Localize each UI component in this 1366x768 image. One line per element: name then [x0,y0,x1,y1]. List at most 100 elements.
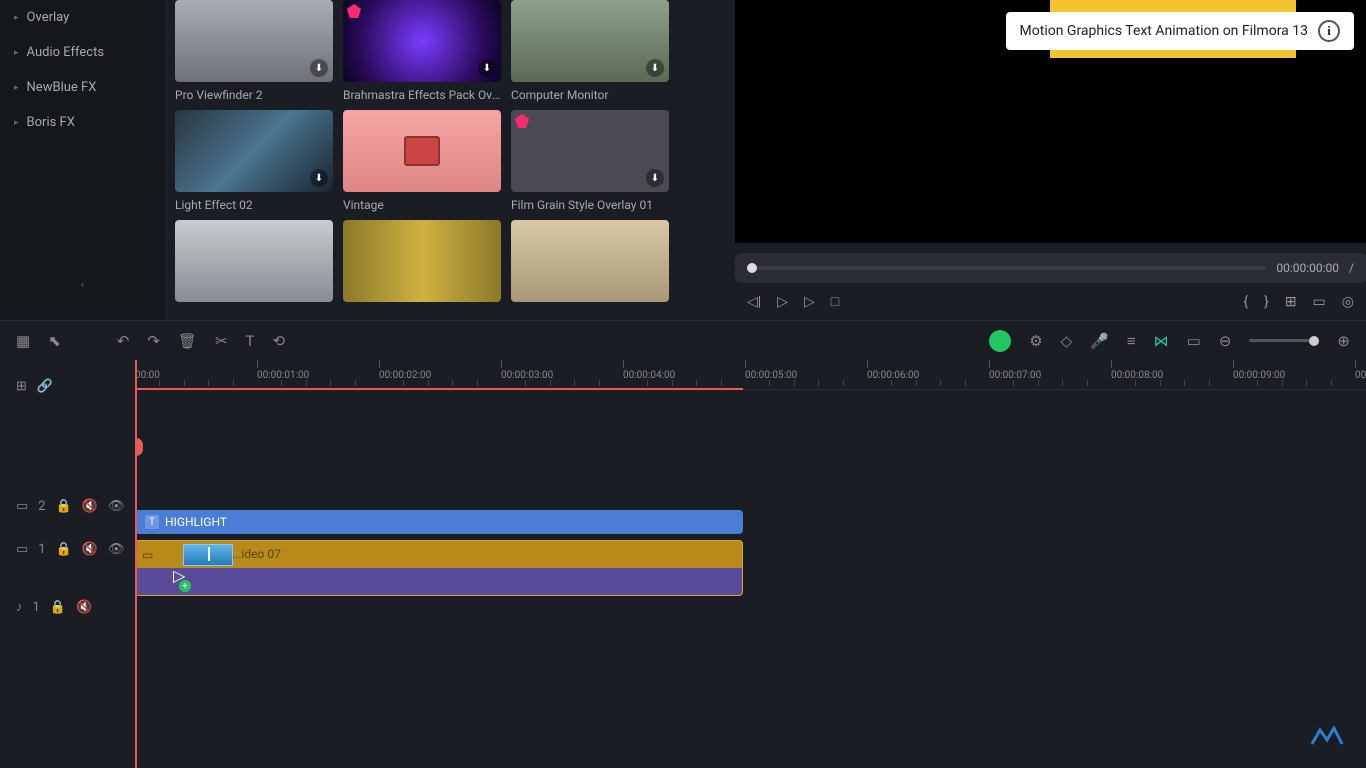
lock-icon[interactable]: 🔒 [56,542,72,557]
effect-thumbnail [343,220,501,302]
mute-icon[interactable]: 🔇 [82,542,98,557]
timecode-current: 00:00:00:00 [1276,261,1339,275]
download-icon[interactable]: ⬇ [646,169,664,187]
magnet-icon[interactable]: ⋈ [1154,332,1169,350]
zoom-out-button[interactable]: ⊖ [1219,332,1232,350]
seek-knob[interactable] [747,263,757,273]
track-headers: ⊞ 🔗 ▭2 🔒 🔇 👁 ▭1 🔒 🔇 👁 ♪1 🔒 🔇 [0,360,135,768]
lock-icon[interactable]: 🔒 [50,600,66,615]
track-header-video1[interactable]: ▭1 🔒 🔇 👁 [0,520,135,578]
eye-icon[interactable]: 👁 [108,499,125,514]
chevron-right-icon: ▸ [14,83,19,93]
play-button[interactable]: ▷ [804,294,815,310]
effect-thumbnail: ⬇ [175,0,333,82]
cut-button[interactable]: ✂ [215,332,228,350]
timeline-ruler[interactable]: 00:0000:00:01:0000:00:02:0000:00:03:0000… [135,360,1366,390]
track-type-icon: ▭ [16,499,28,514]
sidebar-item-newblue[interactable]: ▸ NewBlue FX [0,70,165,105]
mute-icon[interactable]: 🔇 [76,600,92,615]
effect-thumbnail [175,220,333,302]
collapse-sidebar-button[interactable]: ‹ [69,270,97,298]
mic-icon[interactable]: 🎤 [1090,332,1109,350]
audio-mix-icon[interactable]: ≡ [1127,332,1136,350]
redo-button[interactable]: ↷ [147,332,160,350]
clip-label: HIGHLIGHT [165,515,227,529]
settings-gear-icon[interactable]: ⚙ [1029,332,1042,350]
download-icon[interactable]: ⬇ [646,59,664,77]
track-header-audio1[interactable]: ♪1 🔒 🔇 [0,578,135,636]
effect-label: Light Effect 02 [175,198,333,212]
sidebar-item-overlay[interactable]: ▸Overlay [0,0,165,35]
effect-card[interactable]: ⬇ Computer Monitor [511,0,669,102]
premium-badge-icon [515,114,529,128]
timeline: ⊞ 🔗 ▭2 🔒 🔇 👁 ▭1 🔒 🔇 👁 ♪1 🔒 🔇 00:0000:00:… [0,360,1366,768]
ruler-mark: 00:00:01:00 [257,360,309,381]
ruler-mark: 00:00:10 [1355,360,1366,381]
ruler-mark: 00:00:07:00 [989,360,1041,381]
refresh-icon[interactable]: ⟲ [273,332,286,350]
preview-canvas[interactable]: HIGHLIGHT Motion Graphics Text Animation… [735,0,1366,243]
text-clip-icon: T [145,515,159,529]
effect-label: Film Grain Style Overlay 01 [511,198,669,212]
marker-icon[interactable]: ◇ [1061,332,1073,350]
watermark-icon [1310,726,1344,746]
manage-tracks-icon[interactable]: ⊞ [16,379,27,394]
ruler-mark: 00:00:02:00 [379,360,431,381]
delete-button[interactable]: 🗑 [178,332,197,350]
seek-track[interactable] [747,266,1266,270]
effect-card[interactable]: ⬇ Film Grain Style Overlay 01 [511,110,669,212]
effect-card[interactable]: ⬇ Brahmastra Effects Pack Ove... [343,0,501,102]
info-icon[interactable]: i [1318,20,1340,42]
layout-icon[interactable]: ▦ [16,332,30,350]
text-clip[interactable]: T HIGHLIGHT [135,510,743,534]
play-forward-button[interactable]: ▷ [777,294,788,310]
timecode-sep: / [1349,261,1354,275]
clip-icon: ▭ [142,548,153,562]
snapshot-icon[interactable]: ◎ [1342,294,1354,310]
zoom-in-button[interactable]: ⊕ [1337,332,1350,350]
track-header-video2[interactable]: ▭2 🔒 🔇 👁 [0,492,135,520]
eye-icon[interactable]: 👁 [108,542,125,557]
render-icon[interactable]: ▭ [1187,332,1201,350]
ai-button[interactable] [989,330,1011,352]
sidebar-item-boris[interactable]: ▸Boris FX [0,105,165,140]
sidebar-label: NewBlue FX [27,80,97,95]
bracket-open-icon[interactable]: { [1243,294,1248,310]
ruler-mark: 00:00:08:00 [1111,360,1163,381]
sidebar-item-audio-effects[interactable]: ▸Audio Effects [0,35,165,70]
effect-card[interactable] [343,220,501,302]
ratio-icon[interactable]: ⊞ [1285,294,1297,310]
chevron-right-icon: ▸ [14,13,19,23]
effect-card[interactable] [511,220,669,302]
effect-label: Computer Monitor [511,88,669,102]
timeline-body[interactable]: 00:0000:00:01:0000:00:02:0000:00:03:0000… [135,360,1366,768]
playhead[interactable] [135,360,137,768]
mute-icon[interactable]: 🔇 [82,499,98,514]
effect-card[interactable]: Vintage [343,110,501,212]
effect-card[interactable]: ⬇ Light Effect 02 [175,110,333,212]
link-icon[interactable]: 🔗 [37,379,53,394]
undo-button[interactable]: ↶ [117,332,130,350]
download-icon[interactable]: ⬇ [478,59,496,77]
zoom-slider[interactable] [1249,339,1319,342]
effect-thumbnail: ⬇ [343,0,501,82]
lock-icon[interactable]: 🔒 [56,499,72,514]
download-icon[interactable]: ⬇ [310,169,328,187]
display-icon[interactable]: ▭ [1313,294,1326,310]
premium-badge-icon [347,4,361,18]
ruler-mark: 00:00:03:00 [501,360,553,381]
effects-grid: ⬇ Pro Viewfinder 2 ⬇ Brahmastra Effects … [165,0,725,320]
effect-card[interactable] [175,220,333,302]
ruler-mark: 00:00:04:00 [623,360,675,381]
bracket-close-icon[interactable]: } [1264,294,1269,310]
download-icon[interactable]: ⬇ [310,59,328,77]
video-clip-audio[interactable] [135,568,743,596]
info-banner[interactable]: Motion Graphics Text Animation on Filmor… [1006,12,1354,50]
video-clip[interactable]: ▭ ...ideo 07 [135,540,743,568]
effect-card[interactable]: ⬇ Pro Viewfinder 2 [175,0,333,102]
stop-button[interactable]: □ [831,293,839,310]
drag-preview-thumb [183,544,233,566]
prev-frame-button[interactable]: ◁| [747,294,761,310]
select-tool-icon[interactable]: ⬉ [48,332,61,350]
text-tool-icon[interactable]: T [246,332,255,350]
